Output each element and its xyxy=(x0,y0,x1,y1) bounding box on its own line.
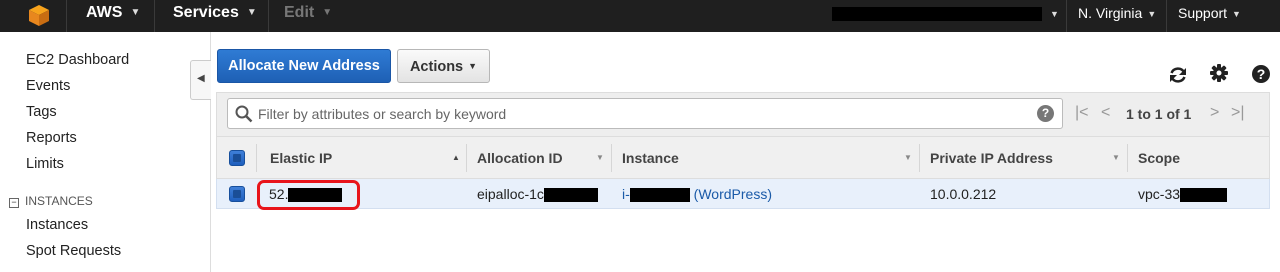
sort-ascending-icon[interactable]: ▲ xyxy=(452,153,460,162)
nav-divider xyxy=(1066,0,1067,32)
chevron-down-icon: ▼ xyxy=(1050,9,1059,19)
nav-divider xyxy=(268,0,269,32)
sidebar-item-ec2-dashboard[interactable]: EC2 Dashboard xyxy=(26,52,129,68)
search-icon xyxy=(235,105,253,123)
column-divider xyxy=(256,144,257,172)
sidebar-item-tags[interactable]: Tags xyxy=(26,104,57,120)
sidebar-item-instances[interactable]: Instances xyxy=(26,217,88,233)
sidebar-item-cutoff xyxy=(26,268,166,272)
sidebar-item-spot-requests[interactable]: Spot Requests xyxy=(26,243,121,259)
annotation-highlight-box xyxy=(257,180,360,210)
actions-button-label: Actions xyxy=(409,59,464,75)
chevron-down-icon: ▼ xyxy=(322,7,333,18)
help-icon[interactable]: ? xyxy=(1250,63,1272,85)
sidebar-item-limits[interactable]: Limits xyxy=(26,156,64,172)
edit-menu[interactable]: Edit ▼ xyxy=(284,0,332,32)
edit-menu-label: Edit xyxy=(284,4,315,21)
column-header-allocation-id[interactable]: Allocation ID xyxy=(477,150,563,166)
allocation-id-prefix: eipalloc-1c xyxy=(477,186,544,202)
support-menu[interactable]: Support ▼ xyxy=(1178,0,1241,32)
row-checkbox[interactable] xyxy=(229,186,245,202)
chevron-down-icon: ▼ xyxy=(130,7,141,18)
redacted-vpc-id xyxy=(1180,188,1228,203)
redacted-account-name xyxy=(832,7,1042,22)
sort-icon[interactable]: ▼ xyxy=(1112,153,1120,162)
column-header-scope[interactable]: Scope xyxy=(1138,150,1180,166)
account-menu[interactable]: ▼ xyxy=(832,0,1059,32)
column-divider xyxy=(466,144,467,172)
last-page-icon[interactable]: >| xyxy=(1231,104,1245,122)
sort-icon[interactable]: ▼ xyxy=(596,153,604,162)
column-header-elastic-ip[interactable]: Elastic IP xyxy=(270,150,332,166)
prev-page-icon[interactable]: < xyxy=(1101,104,1110,122)
sidebar-section-label: INSTANCES xyxy=(25,194,93,208)
filter-placeholder: Filter by attributes or search by keywor… xyxy=(258,106,507,122)
region-menu[interactable]: N. Virginia ▼ xyxy=(1078,0,1156,32)
gear-icon[interactable] xyxy=(1208,62,1230,84)
refresh-icon[interactable] xyxy=(1167,64,1189,86)
chevron-down-icon: ▼ xyxy=(246,7,257,18)
cell-private-ip: 10.0.0.212 xyxy=(930,186,997,202)
redacted-allocation-id xyxy=(543,188,598,203)
sidebar-item-events[interactable]: Events xyxy=(26,78,70,94)
region-label: N. Virginia xyxy=(1078,5,1143,21)
sidebar-collapse-toggle[interactable]: ◀ xyxy=(190,60,211,100)
redacted-instance-id xyxy=(629,188,690,203)
sidebar-item-reports[interactable]: Reports xyxy=(26,130,77,146)
chevron-down-icon: ▼ xyxy=(1232,9,1241,19)
nav-divider xyxy=(154,0,155,32)
collapse-minus-icon: − xyxy=(9,198,19,208)
pagination-info: 1 to 1 of 1 xyxy=(1126,106,1192,122)
instance-name: (WordPress) xyxy=(693,186,772,202)
cell-allocation-id: eipalloc-1c xyxy=(477,186,598,203)
column-divider xyxy=(611,144,612,172)
column-divider xyxy=(1127,144,1128,172)
allocate-new-address-button[interactable]: Allocate New Address xyxy=(217,49,391,83)
sidebar: EC2 Dashboard Events Tags Reports Limits… xyxy=(0,32,211,272)
next-page-icon[interactable]: > xyxy=(1210,104,1219,122)
sidebar-section-instances[interactable]: − INSTANCES xyxy=(9,194,93,208)
scope-prefix: vpc-33 xyxy=(1138,186,1181,202)
aws-menu[interactable]: AWS ▼ xyxy=(86,0,140,32)
filter-search-input[interactable]: Filter by attributes or search by keywor… xyxy=(227,98,1063,129)
cell-scope: vpc-33 xyxy=(1138,186,1228,203)
sort-icon[interactable]: ▼ xyxy=(904,153,912,162)
cell-instance-link[interactable]: i- (WordPress) xyxy=(622,186,772,203)
column-header-private-ip[interactable]: Private IP Address xyxy=(930,150,1053,166)
select-all-checkbox[interactable] xyxy=(229,150,245,166)
chevron-down-icon: ▼ xyxy=(468,61,478,71)
services-menu-label: Services xyxy=(173,4,239,21)
column-divider xyxy=(919,144,920,172)
chevron-left-icon: ◀ xyxy=(197,73,205,84)
top-nav-bar: AWS ▼ Services ▼ Edit ▼ ▼ N. Virginia ▼ Supp… xyxy=(0,0,1280,32)
actions-button[interactable]: Actions ▼ xyxy=(397,49,490,83)
instance-prefix: i- xyxy=(622,186,630,202)
nav-divider xyxy=(66,0,67,32)
services-menu[interactable]: Services ▼ xyxy=(173,0,257,32)
chevron-down-icon: ▼ xyxy=(1147,9,1157,19)
first-page-icon[interactable]: |< xyxy=(1075,104,1089,122)
svg-text:?: ? xyxy=(1257,66,1266,82)
support-label: Support xyxy=(1178,5,1228,21)
aws-menu-label: AWS xyxy=(86,4,123,21)
aws-cube-logo-icon[interactable] xyxy=(28,3,50,27)
nav-divider xyxy=(1166,0,1167,32)
column-header-instance[interactable]: Instance xyxy=(622,150,679,166)
filter-help-icon[interactable]: ? xyxy=(1037,105,1054,122)
